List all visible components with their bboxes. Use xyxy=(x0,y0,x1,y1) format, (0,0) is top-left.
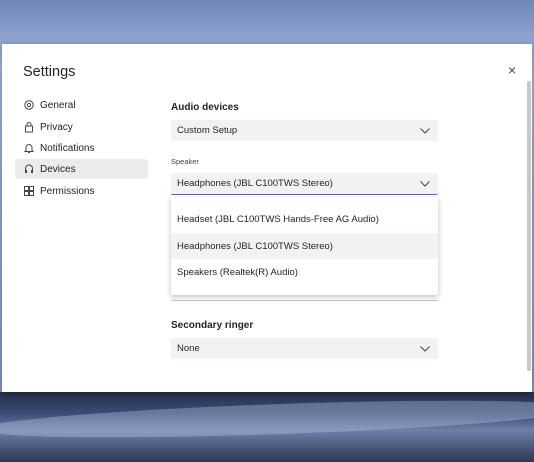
settings-dialog: Settings × General Privacy Notifications… xyxy=(2,44,532,392)
close-icon[interactable]: × xyxy=(508,62,516,78)
bell-icon xyxy=(23,142,35,154)
sidebar-item-privacy[interactable]: Privacy xyxy=(15,117,148,137)
dialog-title: Settings xyxy=(23,64,76,80)
audio-devices-heading: Audio devices xyxy=(171,102,239,113)
apps-icon xyxy=(23,185,35,197)
sidebar-item-label: Permissions xyxy=(40,185,95,197)
lock-icon xyxy=(23,121,35,133)
scrollbar[interactable] xyxy=(527,81,531,371)
headset-icon xyxy=(23,163,35,175)
secondary-ringer-heading: Secondary ringer xyxy=(171,320,254,331)
speaker-option[interactable]: Speakers (Realtek(R) Audio) xyxy=(171,259,438,285)
speaker-dropdown[interactable]: Headphones (JBL C100TWS Stereo) xyxy=(171,173,438,195)
speaker-option[interactable]: Headset (JBL C100TWS Hands-Free AG Audio… xyxy=(171,206,438,232)
divider xyxy=(171,300,438,301)
chevron-down-icon xyxy=(420,345,430,352)
sidebar-item-notifications[interactable]: Notifications xyxy=(15,138,148,158)
sidebar-item-devices[interactable]: Devices xyxy=(15,159,148,179)
speaker-label: Speaker xyxy=(171,157,199,166)
speaker-option-selected[interactable]: Headphones (JBL C100TWS Stereo) xyxy=(171,233,438,259)
chevron-down-icon xyxy=(420,127,430,134)
speaker-options-menu: Headset (JBL C100TWS Hands-Free AG Audio… xyxy=(171,197,438,295)
sidebar-item-label: Notifications xyxy=(40,142,95,154)
sidebar-item-label: Devices xyxy=(40,163,76,175)
secondary-ringer-dropdown[interactable]: None xyxy=(171,338,438,359)
speaker-value: Headphones (JBL C100TWS Stereo) xyxy=(177,178,333,189)
sidebar-item-general[interactable]: General xyxy=(15,95,148,115)
audio-devices-value: Custom Setup xyxy=(177,125,238,136)
chevron-down-icon xyxy=(420,180,430,187)
secondary-ringer-value: None xyxy=(177,343,200,354)
sidebar-item-label: General xyxy=(40,99,76,111)
sidebar-item-label: Privacy xyxy=(40,121,73,133)
gear-icon xyxy=(23,99,35,111)
audio-devices-dropdown[interactable]: Custom Setup xyxy=(171,120,438,141)
sidebar-item-permissions[interactable]: Permissions xyxy=(15,181,148,201)
